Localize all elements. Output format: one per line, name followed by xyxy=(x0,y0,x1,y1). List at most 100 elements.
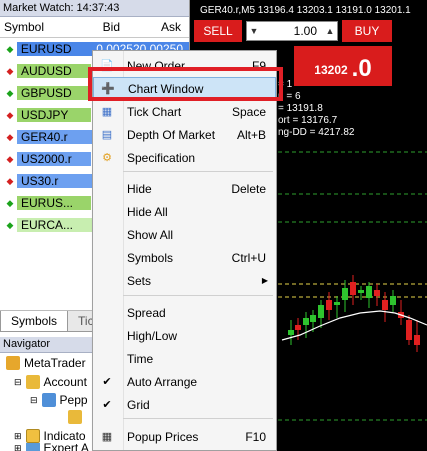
menu-item-label: Tick Chart xyxy=(127,104,182,119)
symbol-name: EURUSD xyxy=(16,42,91,56)
menu-item-label: Spread xyxy=(127,305,166,320)
price-up-icon: ◆ xyxy=(6,87,14,98)
server-icon xyxy=(41,393,56,407)
menu-item-tick-chart[interactable]: ▦ Tick Chart Space xyxy=(93,100,276,123)
highlight-annotation-box xyxy=(88,67,283,101)
menu-item-high-low[interactable]: High/Low xyxy=(93,324,276,347)
candle-body xyxy=(334,302,340,305)
menu-item-hide-all[interactable]: Hide All xyxy=(93,200,276,223)
menu-item-shortcut: Ctrl+U xyxy=(231,250,266,265)
price-up-icon: ◆ xyxy=(6,43,14,54)
menu-item-label: Symbols xyxy=(127,250,174,265)
moving-average-line xyxy=(281,310,427,341)
expand-icon[interactable]: ⊞ xyxy=(14,443,22,451)
candle-body xyxy=(310,315,316,322)
collapse-icon[interactable]: ⊟ xyxy=(14,377,22,388)
column-bid[interactable]: Bid xyxy=(92,20,124,34)
menu-item-hide[interactable]: Hide Delete xyxy=(93,177,276,200)
expert-advisors-icon xyxy=(25,443,40,451)
accounts-icon xyxy=(25,375,40,389)
menu-item-specification[interactable]: ⚙ Specification xyxy=(93,146,276,169)
submenu-arrow-icon: ▶ xyxy=(261,276,268,285)
menu-item-grid[interactable]: ✔ Grid xyxy=(93,393,276,416)
candle-body xyxy=(358,290,364,293)
candle-body xyxy=(318,305,324,318)
price-down-icon: ◆ xyxy=(6,131,14,142)
menu-item-shortcut: F10 xyxy=(245,429,266,444)
symbol-name: EURUS... xyxy=(17,196,91,210)
menu-item-label: Auto Arrange xyxy=(127,374,198,389)
candle-body xyxy=(406,320,412,340)
tab-symbols[interactable]: Symbols xyxy=(0,311,69,332)
symbol-name: GER40.r xyxy=(17,130,91,144)
candle-body xyxy=(303,318,309,325)
menu-item-show-all[interactable]: Show All xyxy=(93,223,276,246)
nav-item-accounts[interactable]: ⊟ Account xyxy=(14,373,87,391)
menu-item-symbols[interactable]: Symbols Ctrl+U xyxy=(93,246,276,269)
collapse-icon[interactable]: ⊟ xyxy=(30,395,38,406)
nav-item-metatrader[interactable]: MetaTrader xyxy=(6,354,86,372)
popup-prices-icon: ▦ xyxy=(101,431,113,443)
price-up-icon: ◆ xyxy=(6,197,14,208)
menu-item-spread[interactable]: Spread xyxy=(93,301,276,324)
menu-item-label: Specification xyxy=(127,150,196,165)
symbol-name: AUDUSD xyxy=(17,64,91,78)
menu-separator xyxy=(123,418,273,419)
candle-body xyxy=(390,296,396,305)
menu-item-label: Depth Of Market xyxy=(127,127,216,142)
menu-separator xyxy=(123,171,273,172)
context-menu: 📄 New Order F9 ➕ Chart Window ▦ Tick Chart Spac… xyxy=(92,50,277,451)
expand-icon[interactable]: ⊞ xyxy=(14,431,22,442)
candle-body xyxy=(366,286,372,298)
menu-item-shortcut: Space xyxy=(231,104,266,119)
price-down-icon: ◆ xyxy=(6,65,14,76)
menu-item-label: Sets xyxy=(127,273,152,288)
symbol-name: US2000.r xyxy=(17,152,91,166)
menu-item-time[interactable]: Time xyxy=(93,347,276,370)
menu-item-label: Popup Prices xyxy=(127,429,199,444)
menu-item-label: Show All xyxy=(127,227,174,242)
symbol-name: EURCA... xyxy=(17,218,91,232)
nav-item-pepperstone[interactable]: ⊟ Pepp xyxy=(30,391,88,409)
menu-item-label: High/Low xyxy=(127,328,178,343)
menu-item-auto-arrange[interactable]: ✔ Auto Arrange xyxy=(93,370,276,393)
menu-item-label: Hide All xyxy=(127,204,168,219)
price-down-icon: ◆ xyxy=(6,175,14,186)
price-up-icon: ◆ xyxy=(6,219,14,230)
menu-item-popup-prices[interactable]: ▦ Popup Prices F10 xyxy=(93,425,276,448)
metatrader-icon xyxy=(6,356,20,370)
candle-body xyxy=(350,282,356,295)
menu-item-label: Hide xyxy=(127,181,152,196)
menu-item-depth-of-market[interactable]: ▤ Depth Of Market Alt+B xyxy=(93,123,276,146)
column-ask[interactable]: Ask xyxy=(124,20,189,34)
column-symbol[interactable]: Symbol xyxy=(0,20,92,34)
checkmark-icon: ✔ xyxy=(102,376,112,388)
market-watch-title: Market Watch: 14:37:43 xyxy=(0,0,189,17)
price-down-icon: ◆ xyxy=(6,153,14,164)
menu-item-sets[interactable]: Sets ▶ xyxy=(93,269,276,292)
symbol-name: GBPUSD xyxy=(17,86,91,100)
candle-body xyxy=(326,300,332,310)
candle-body xyxy=(342,288,348,300)
indicators-icon xyxy=(25,429,40,443)
candle-body xyxy=(374,290,380,296)
candle-body xyxy=(288,330,294,335)
menu-item-shortcut: Delete xyxy=(231,181,266,196)
menu-item-label: Time xyxy=(127,351,154,366)
menu-separator xyxy=(123,295,273,296)
menu-item-shortcut: Alt+B xyxy=(236,127,266,142)
checkmark-icon: ✔ xyxy=(102,399,112,411)
nav-item-expert-advisors[interactable]: ⊞ Expert A xyxy=(14,443,89,451)
tick-chart-icon: ▦ xyxy=(101,106,113,118)
symbol-name: US30.r xyxy=(17,174,91,188)
nav-item-account-user[interactable] xyxy=(68,408,86,426)
candle-body xyxy=(414,335,420,345)
menu-item-label: Grid xyxy=(127,397,150,412)
specification-icon: ⚙ xyxy=(102,152,112,164)
user-icon xyxy=(68,410,82,424)
candle-body xyxy=(295,325,301,330)
symbol-name: USDJPY xyxy=(17,108,91,122)
market-watch-header: Symbol Bid Ask xyxy=(0,17,189,38)
price-down-icon: ◆ xyxy=(6,109,14,120)
candle-body xyxy=(382,300,388,310)
